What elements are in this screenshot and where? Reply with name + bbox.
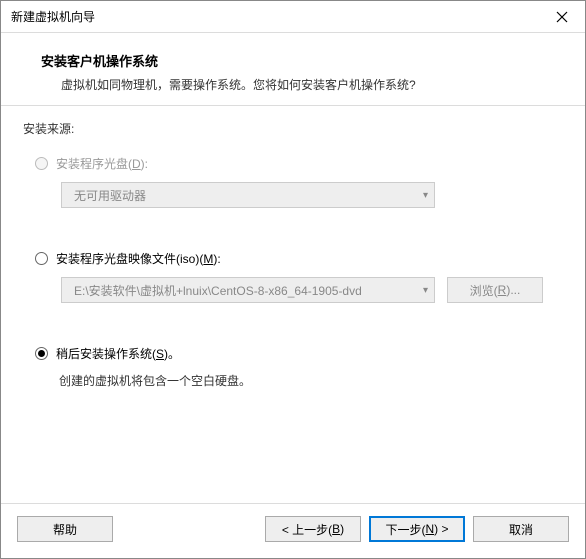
- wizard-header: 安装客户机操作系统 虚拟机如同物理机，需要操作系统。您将如何安装客户机操作系统?: [1, 33, 585, 105]
- content-area: 安装来源: 安装程序光盘(D): 无可用驱动器 ▾ 安装程序光盘映像文件(iso…: [1, 106, 585, 503]
- option-later-label: 稍后安装操作系统(S)。: [56, 345, 180, 362]
- back-button[interactable]: < 上一步(B): [265, 516, 361, 542]
- close-button[interactable]: [539, 1, 585, 33]
- disc-drive-dropdown: 无可用驱动器 ▾: [61, 182, 435, 208]
- disc-drive-value: 无可用驱动器: [74, 187, 146, 204]
- option-install-later[interactable]: 稍后安装操作系统(S)。 创建的虚拟机将包含一个空白硬盘。: [23, 345, 563, 389]
- wizard-heading: 安装客户机操作系统: [41, 51, 555, 70]
- iso-path-dropdown: E:\安装软件\虚拟机+lnuix\CentOS-8-x86_64-1905-d…: [61, 277, 435, 303]
- install-source-label: 安装来源:: [23, 120, 563, 137]
- wizard-subheading: 虚拟机如同物理机，需要操作系统。您将如何安装客户机操作系统?: [41, 76, 555, 93]
- close-icon: [556, 11, 568, 23]
- option-iso-row[interactable]: 安装程序光盘映像文件(iso)(M):: [35, 250, 563, 267]
- install-later-hint: 创建的虚拟机将包含一个空白硬盘。: [59, 372, 563, 389]
- titlebar: 新建虚拟机向导: [1, 1, 585, 33]
- radio-iso-file[interactable]: [35, 252, 48, 265]
- option-iso-label: 安装程序光盘映像文件(iso)(M):: [56, 250, 221, 267]
- option-iso-file[interactable]: 安装程序光盘映像文件(iso)(M): E:\安装软件\虚拟机+lnuix\Ce…: [23, 250, 563, 303]
- option-disc-label: 安装程序光盘(D):: [56, 155, 148, 172]
- chevron-down-icon: ▾: [423, 190, 428, 201]
- option-disc-row: 安装程序光盘(D):: [35, 155, 563, 172]
- browse-button: 浏览(R)...: [447, 277, 543, 303]
- radio-installer-disc: [35, 157, 48, 170]
- wizard-footer: 帮助 < 上一步(B) 下一步(N) > 取消: [1, 503, 585, 558]
- window-title: 新建虚拟机向导: [11, 8, 95, 25]
- next-button[interactable]: 下一步(N) >: [369, 516, 465, 542]
- chevron-down-icon: ▾: [423, 285, 428, 296]
- cancel-button[interactable]: 取消: [473, 516, 569, 542]
- iso-path-value: E:\安装软件\虚拟机+lnuix\CentOS-8-x86_64-1905-d…: [74, 282, 362, 299]
- option-installer-disc: 安装程序光盘(D): 无可用驱动器 ▾: [23, 155, 563, 208]
- option-later-row[interactable]: 稍后安装操作系统(S)。: [35, 345, 563, 362]
- help-button[interactable]: 帮助: [17, 516, 113, 542]
- radio-install-later[interactable]: [35, 347, 48, 360]
